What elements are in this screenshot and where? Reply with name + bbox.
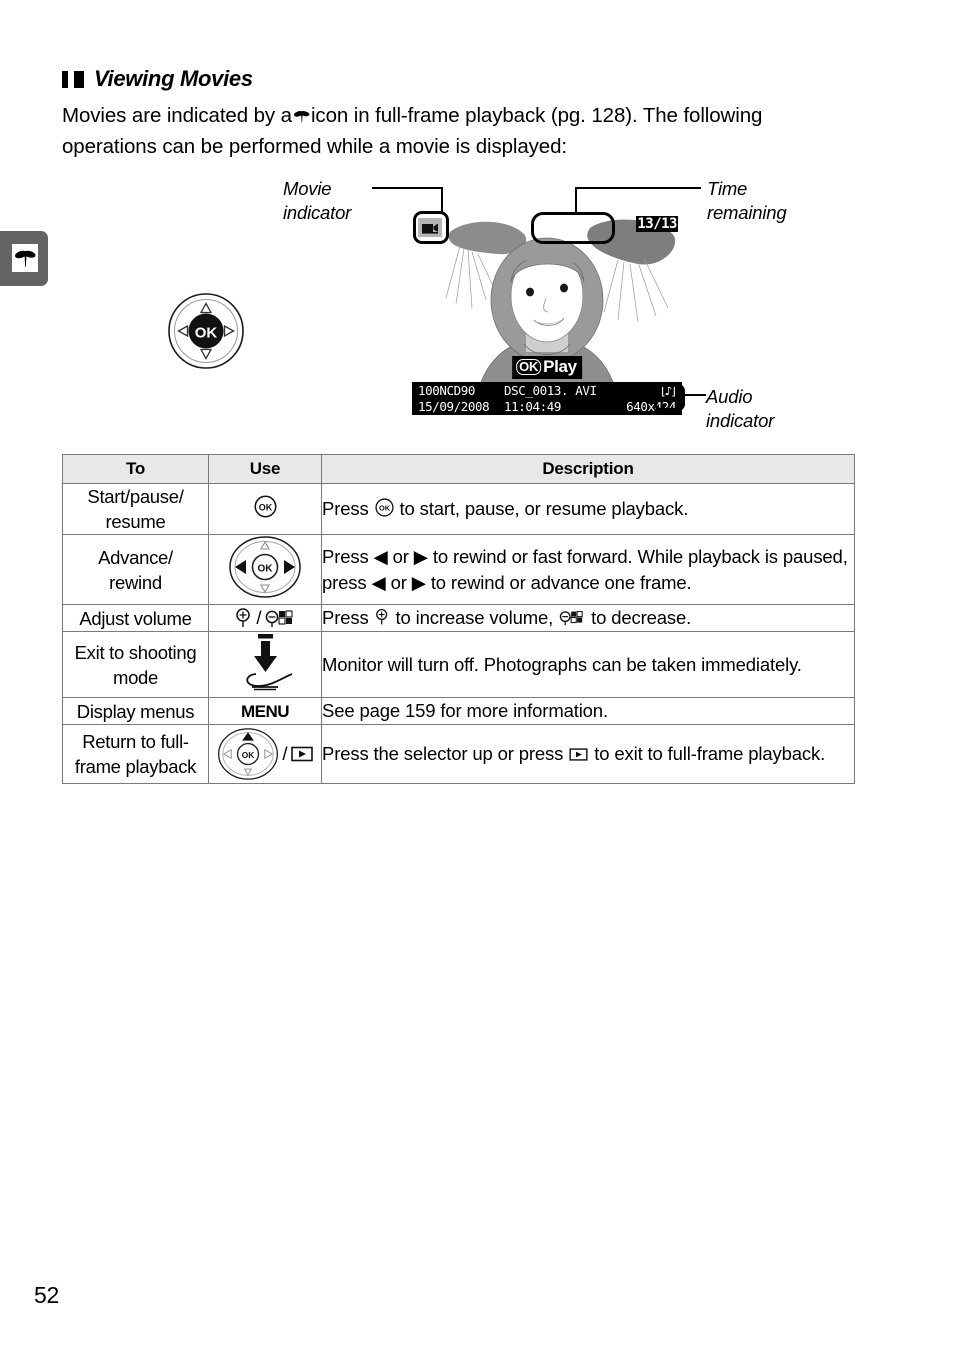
play-label: Play: [543, 357, 577, 376]
row-label-start-pause-resume: Start/pause/ resume: [62, 483, 209, 535]
intro-text-part1: Movies are indicated by a: [62, 104, 292, 127]
leader-line-movie-vertical: [441, 187, 443, 213]
page-title: Viewing Movies: [94, 66, 253, 91]
description-adjust-volume: Press to increase volume, to decrease.: [321, 604, 855, 632]
table-row: Display menus MENU See page 159 for more…: [62, 697, 855, 725]
row-label-exit-shooting-mode: Exit to shooting mode: [62, 631, 209, 698]
callout-time-remaining: Time remaining: [707, 178, 787, 223]
row-label-advance-rewind: Advance/ rewind: [62, 534, 209, 605]
frame-counter-readout: 13/13: [636, 216, 678, 232]
leader-line-time-horizontal: [575, 187, 701, 189]
zoom-in-icon: [375, 608, 387, 625]
table-row: Advance/ rewind OK Press ◀ or ▶ to rewin…: [62, 534, 855, 605]
description-display-menus: See page 159 for more information.: [321, 697, 855, 725]
callout-movie-indicator: Movie indicator: [283, 178, 352, 223]
left-arrow-icon: ◀: [373, 545, 388, 567]
svg-text:OK: OK: [242, 750, 255, 760]
row-label-return-full-frame: Return to full- frame playback: [62, 724, 209, 784]
ok-button-icon: OK: [254, 495, 276, 518]
description-start-pause-resume: Press OK to start, pause, or resume play…: [321, 483, 855, 535]
multi-selector-illustration: OK: [167, 292, 245, 375]
playback-button-icon: [569, 748, 588, 761]
slash-separator: /: [282, 743, 288, 764]
column-header-description: Description: [321, 454, 855, 484]
ok-play-prompt: OK Play: [512, 356, 582, 379]
highlight-ring-time-remaining: [531, 212, 615, 244]
table-row: Adjust volume / Press to increase volume…: [62, 604, 855, 632]
left-arrow-icon: ◀: [371, 571, 386, 593]
svg-text:OK: OK: [258, 564, 274, 575]
zoom-out-thumbnail-icon: [265, 610, 293, 627]
use-cell-multi-selector-left-right: OK: [208, 534, 322, 605]
use-cell-multi-selector-up-playback: OK /: [208, 724, 322, 784]
zoom-out-thumbnail-icon: [559, 611, 583, 626]
menu-button-label: MENU: [240, 702, 290, 721]
table-row: Exit to shooting mode Monitor will turn …: [62, 631, 855, 698]
page-number: 52: [34, 1282, 59, 1308]
leader-line-movie-horizontal: [372, 187, 443, 189]
use-cell-menu-button: MENU: [208, 697, 322, 725]
use-cell-zoom-buttons: /: [208, 604, 322, 632]
highlight-ring-audio-indicator: [654, 384, 685, 411]
table-row: Return to full- frame playback OK / Pres…: [62, 724, 855, 784]
movie-camera-icon: [293, 104, 310, 133]
description-return-full-frame: Press the selector up or press to exit t…: [321, 724, 855, 784]
lcd-info-bar: 100NCD90 DSC_0013. AVI 15/09/2008 11:04:…: [412, 382, 682, 415]
playback-button-icon: [290, 746, 313, 762]
bullet-square-small-icon: [62, 70, 68, 88]
folder-name: 100NCD90: [418, 383, 476, 398]
column-header-use: Use: [208, 454, 322, 484]
capture-date: 15/09/2008: [418, 399, 490, 414]
table-header-row: To Use Description: [62, 454, 855, 484]
row-label-display-menus: Display menus: [62, 697, 209, 725]
right-arrow-icon: ▶: [413, 545, 428, 567]
description-advance-rewind: Press ◀ or ▶ to rewind or fast forward. …: [321, 534, 855, 605]
right-arrow-icon: ▶: [411, 571, 426, 593]
bullet-square-large-icon: [74, 70, 84, 88]
table-row: Start/pause/ resume OK Press OK to start…: [62, 483, 855, 535]
ok-chip-label: OK: [516, 359, 542, 375]
multi-selector-left-right-icon: OK: [229, 536, 301, 598]
movie-playback-controls-table: To Use Description Start/pause/ resume O…: [62, 454, 855, 784]
slash-separator: /: [256, 607, 262, 628]
callout-audio-indicator: Audio indicator: [706, 386, 775, 431]
row-label-adjust-volume: Adjust volume: [62, 604, 209, 632]
highlight-ring-movie-indicator: [413, 211, 449, 244]
svg-text:OK: OK: [258, 503, 272, 513]
section-heading: Viewing Movies: [62, 68, 253, 90]
svg-text:OK: OK: [195, 325, 218, 342]
shutter-release-button-icon: [246, 634, 293, 691]
svg-text:OK: OK: [379, 504, 391, 513]
use-cell-shutter-release: [208, 631, 322, 698]
multi-selector-up-icon: OK: [218, 728, 279, 780]
zoom-in-icon: [236, 608, 251, 627]
file-name: DSC_0013. AVI: [504, 383, 597, 398]
use-cell-ok-button: OK: [208, 483, 322, 535]
column-header-to: To: [62, 454, 209, 484]
leader-line-time-vertical: [575, 187, 577, 213]
intro-paragraph: Movies are indicated by a icon in full-f…: [62, 102, 852, 161]
capture-time: 11:04:49: [504, 399, 562, 414]
description-exit-shooting-mode: Monitor will turn off. Photographs can b…: [321, 631, 855, 698]
ok-button-icon: OK: [374, 498, 394, 517]
